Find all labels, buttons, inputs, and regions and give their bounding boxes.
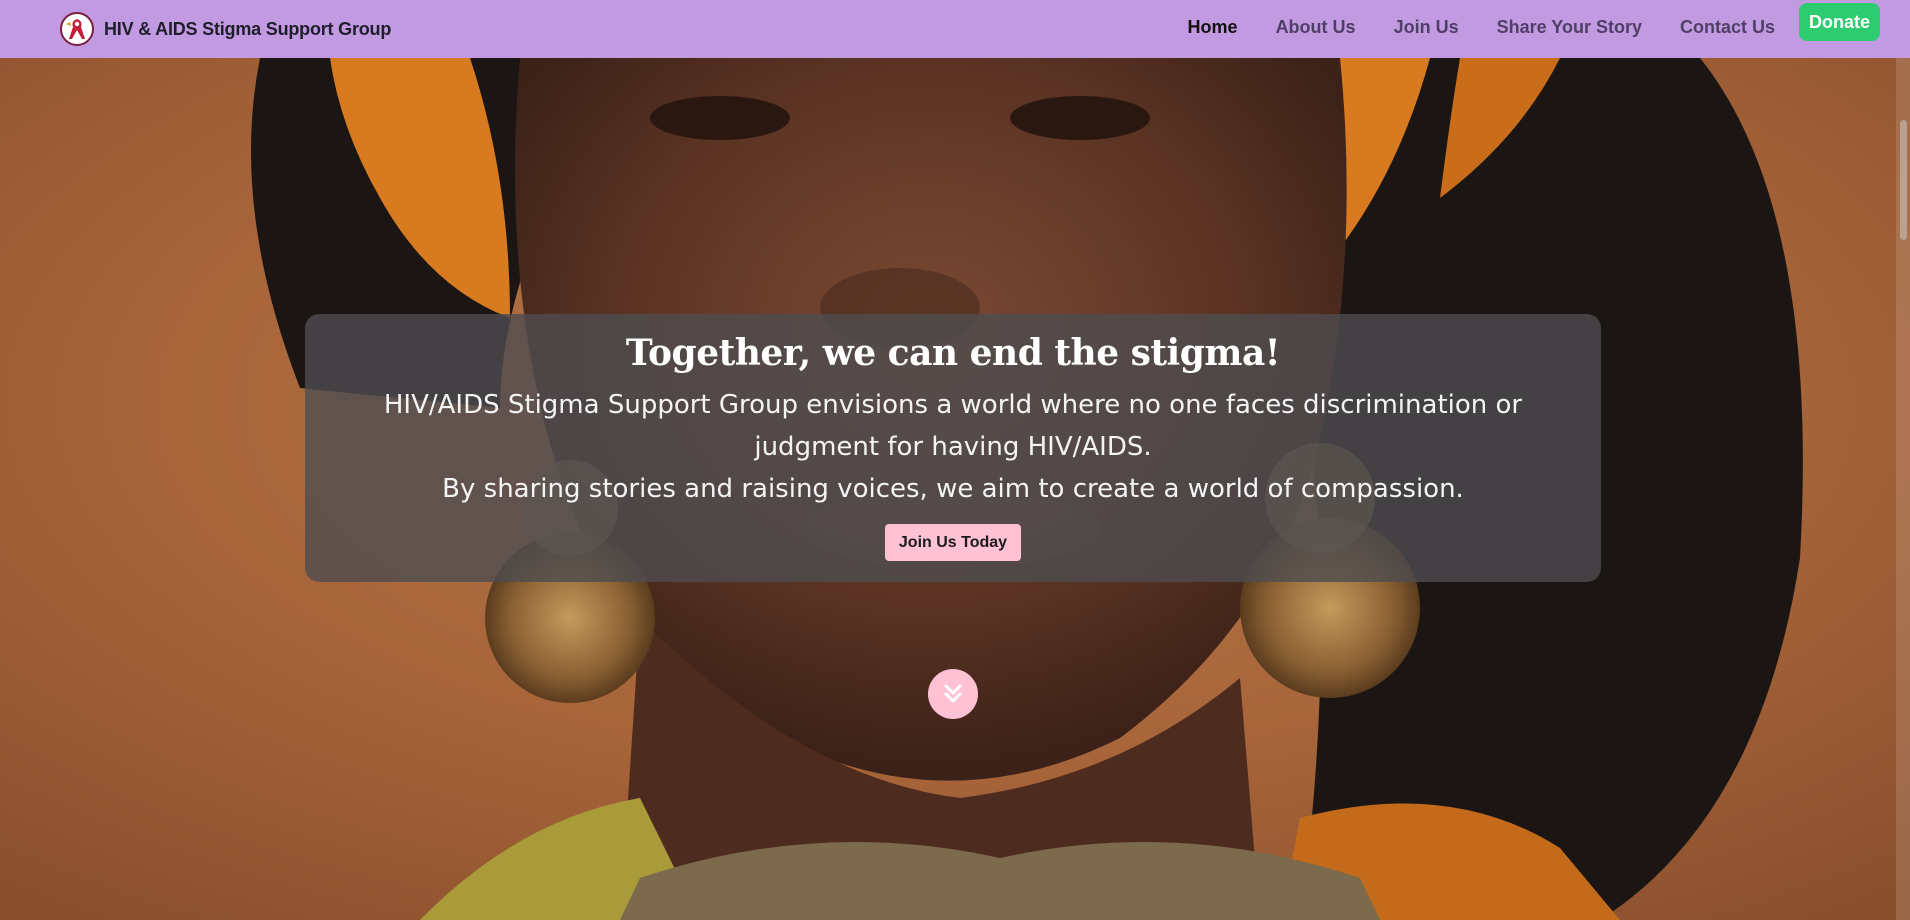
hero-card: Together, we can end the stigma! HIV/AID… — [305, 314, 1601, 582]
nav-home[interactable]: Home — [1188, 17, 1238, 38]
nav-share-your-story[interactable]: Share Your Story — [1497, 17, 1642, 38]
hero-title: Together, we can end the stigma! — [625, 332, 1281, 374]
scroll-down-button[interactable] — [928, 669, 978, 719]
double-chevron-down-icon — [944, 684, 962, 703]
nav-join-us[interactable]: Join Us — [1394, 17, 1459, 38]
brand-link[interactable]: HIV & AIDS Stigma Support Group — [60, 10, 391, 48]
donate-button[interactable]: Donate — [1798, 3, 1880, 41]
join-us-today-button[interactable]: Join Us Today — [884, 524, 1022, 561]
hero-vision-text: By sharing stories and raising voices, w… — [442, 474, 1464, 504]
page: HIV & AIDS Stigma Support Group Home Abo… — [0, 0, 1910, 920]
page-scrollbar[interactable] — [1896, 58, 1910, 920]
scrollbar-thumb[interactable] — [1900, 120, 1907, 240]
brand-name: HIV & AIDS Stigma Support Group — [104, 18, 392, 39]
ribbon-logo-icon — [60, 12, 94, 46]
nav-contact-us[interactable]: Contact Us — [1680, 17, 1775, 38]
hero-mission-text: HIV/AIDS Stigma Support Group envisions … — [383, 390, 1523, 462]
nav-about-us[interactable]: About Us — [1276, 17, 1356, 38]
nav-links: Home About Us Join Us Share Your Story C… — [1188, 0, 1880, 54]
navbar: HIV & AIDS Stigma Support Group Home Abo… — [0, 0, 1910, 58]
